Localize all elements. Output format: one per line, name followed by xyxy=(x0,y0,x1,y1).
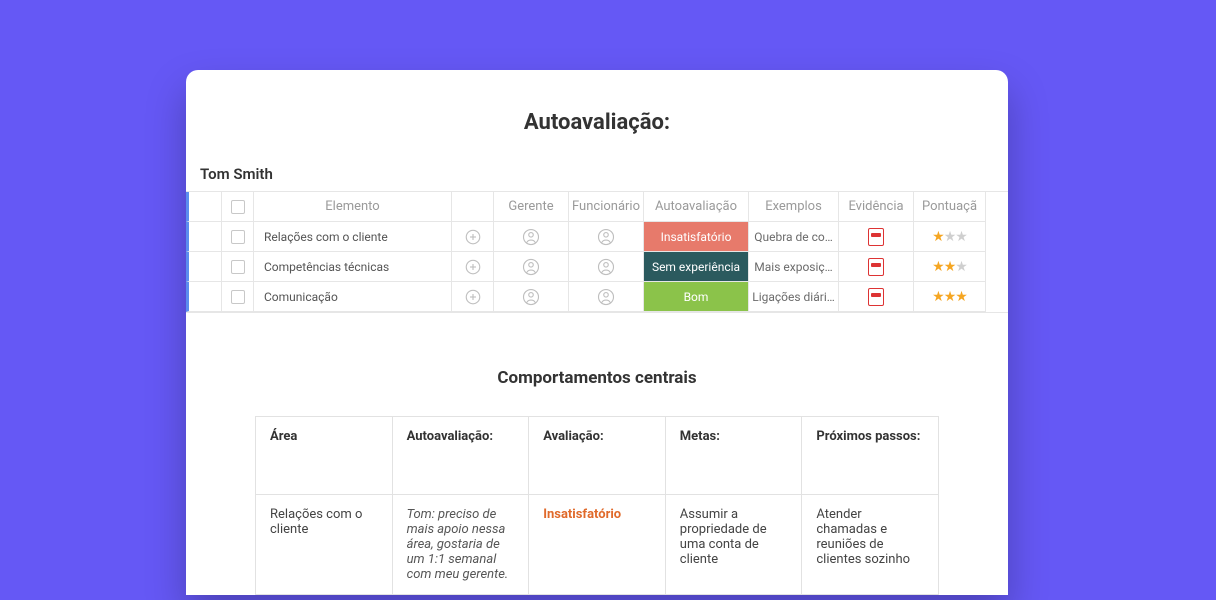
core-header-row: Área Autoavaliação: Avaliação: Metas: Pr… xyxy=(256,417,939,495)
cell-example[interactable]: Mais exposiç… xyxy=(749,252,839,282)
row-checkbox[interactable] xyxy=(222,282,254,312)
rail-spacer xyxy=(186,222,222,252)
rail-spacer xyxy=(186,282,222,312)
cell-evidence[interactable] xyxy=(839,222,914,252)
core-behaviors-title: Comportamentos centrais xyxy=(186,368,1008,388)
core-header-auto: Autoavaliação: xyxy=(392,417,529,495)
cell-rating[interactable]: Sem experiência xyxy=(644,252,749,282)
checkbox-icon xyxy=(231,230,245,244)
rating-badge: Bom xyxy=(644,282,748,311)
cell-funcionario[interactable] xyxy=(569,252,644,282)
employee-name: Tom Smith xyxy=(186,165,1008,191)
star-rating: ★★★ xyxy=(932,289,967,305)
cell-evidence[interactable] xyxy=(839,252,914,282)
row-checkbox[interactable] xyxy=(222,222,254,252)
header-elemento: Elemento xyxy=(254,192,452,222)
rating-badge: Sem experiência xyxy=(644,252,748,281)
header-evidencia: Evidência xyxy=(839,192,914,222)
plus-circle-icon xyxy=(464,258,482,276)
checkbox-icon xyxy=(231,200,245,214)
plus-circle-icon xyxy=(464,288,482,306)
checkbox-icon xyxy=(231,260,245,274)
core-row: Relações com o cliente Tom: preciso de m… xyxy=(256,495,939,595)
cell-rating[interactable]: Insatisfatório xyxy=(644,222,749,252)
core-header-aval: Avaliação: xyxy=(529,417,666,495)
cell-add[interactable] xyxy=(452,222,494,252)
core-behaviors-table: Área Autoavaliação: Avaliação: Metas: Pr… xyxy=(255,416,939,595)
plus-circle-icon xyxy=(464,228,482,246)
cell-example[interactable]: Quebra de co… xyxy=(749,222,839,252)
avatar-icon xyxy=(522,258,540,276)
avatar-icon xyxy=(597,288,615,306)
avatar-icon xyxy=(597,228,615,246)
header-funcionario: Funcionário xyxy=(569,192,644,222)
header-plus xyxy=(452,192,494,222)
file-icon xyxy=(868,288,884,306)
core-cell-auto[interactable]: Tom: preciso de mais apoio nessa área, g… xyxy=(392,495,529,595)
checkbox-icon xyxy=(231,290,245,304)
evaluation-grid: Elemento Gerente Funcionário Autoavaliaç… xyxy=(186,191,1008,313)
avatar-icon xyxy=(522,228,540,246)
header-autoavaliacao: Autoavaliação xyxy=(644,192,749,222)
core-header-proximos: Próximos passos: xyxy=(802,417,939,495)
cell-elemento[interactable]: Comunicação xyxy=(254,282,452,312)
file-icon xyxy=(868,258,884,276)
cell-add[interactable] xyxy=(452,252,494,282)
star-rating: ★★★ xyxy=(932,259,967,275)
cell-evidence[interactable] xyxy=(839,282,914,312)
rail-spacer xyxy=(186,252,222,282)
avatar-icon xyxy=(597,258,615,276)
row-checkbox[interactable] xyxy=(222,252,254,282)
page-title: Autoavaliação: xyxy=(186,110,1008,135)
cell-funcionario[interactable] xyxy=(569,222,644,252)
core-header-metas: Metas: xyxy=(665,417,802,495)
rating-badge: Insatisfatório xyxy=(644,222,748,251)
core-cell-area[interactable]: Relações com o cliente xyxy=(256,495,393,595)
header-checkbox-cell[interactable] xyxy=(222,192,254,222)
app-card: Autoavaliação: Tom Smith Elemento Gerent… xyxy=(186,70,1008,595)
cell-stars[interactable]: ★★★ xyxy=(914,252,986,282)
rail-spacer xyxy=(186,192,222,222)
cell-elemento[interactable]: Relações com o cliente xyxy=(254,222,452,252)
core-cell-metas[interactable]: Assumir a propriedade de uma conta de cl… xyxy=(665,495,802,595)
cell-add[interactable] xyxy=(452,282,494,312)
cell-gerente[interactable] xyxy=(494,222,569,252)
header-pontuacao: Pontuaçã xyxy=(914,192,986,222)
core-header-area: Área xyxy=(256,417,393,495)
cell-gerente[interactable] xyxy=(494,252,569,282)
cell-gerente[interactable] xyxy=(494,282,569,312)
cell-stars[interactable]: ★★★ xyxy=(914,222,986,252)
cell-stars[interactable]: ★★★ xyxy=(914,282,986,312)
header-gerente: Gerente xyxy=(494,192,569,222)
avatar-icon xyxy=(522,288,540,306)
star-rating: ★★★ xyxy=(932,229,967,245)
core-cell-aval[interactable]: Insatisfatório xyxy=(529,495,666,595)
core-cell-proximos[interactable]: Atender chamadas e reuniões de clientes … xyxy=(802,495,939,595)
cell-elemento[interactable]: Competências técnicas xyxy=(254,252,452,282)
file-icon xyxy=(868,228,884,246)
cell-rating[interactable]: Bom xyxy=(644,282,749,312)
cell-example[interactable]: Ligações diári… xyxy=(749,282,839,312)
header-exemplos: Exemplos xyxy=(749,192,839,222)
cell-funcionario[interactable] xyxy=(569,282,644,312)
